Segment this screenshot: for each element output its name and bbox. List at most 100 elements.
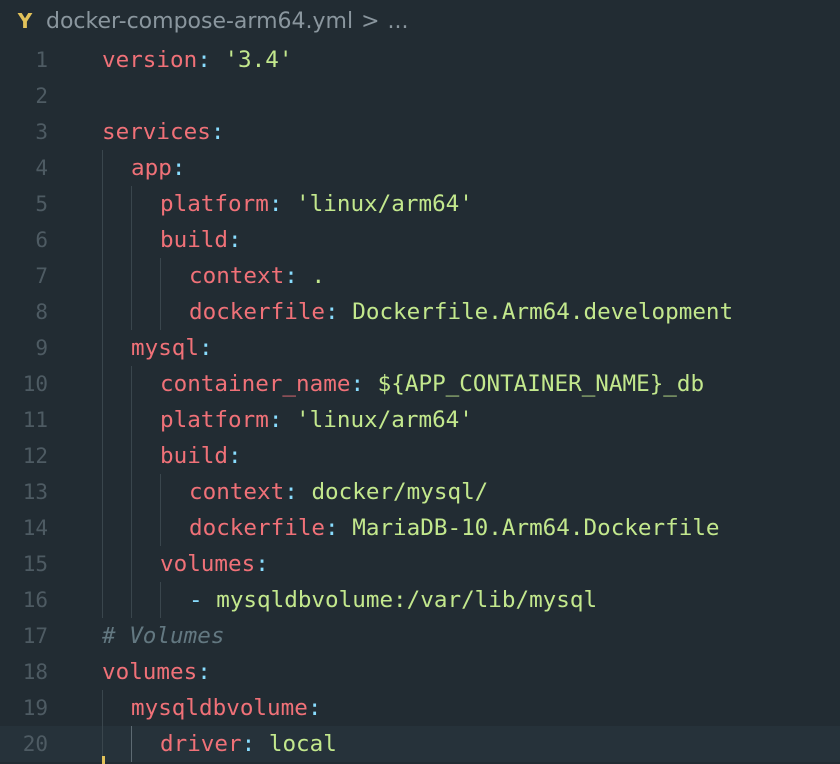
code-token: dockerfile: [189, 515, 326, 541]
code-token: volumes: [102, 659, 198, 685]
indent-guide: [102, 402, 131, 438]
indent-guide: [131, 474, 160, 510]
code-line[interactable]: 9 mysql:: [0, 330, 840, 366]
code-token: -: [189, 587, 203, 613]
code-line[interactable]: 16 - mysqldbvolume:/var/lib/mysql: [0, 582, 840, 618]
indent-guide: [131, 258, 160, 294]
code-line[interactable]: 11 platform: 'linux/arm64': [0, 402, 840, 438]
code-text: platform: 'linux/arm64': [102, 186, 473, 222]
indent-guide: [131, 222, 160, 258]
code-token: mysql: [131, 335, 200, 361]
code-line[interactable]: 6 build:: [0, 222, 840, 258]
code-text: version: '3.4': [102, 42, 292, 78]
code-token: :: [350, 371, 365, 397]
code-line[interactable]: 3 services:: [0, 114, 840, 150]
code-token: :: [197, 659, 211, 685]
code-token: :: [228, 443, 242, 469]
code-token: Dockerfile.Arm64.development: [352, 299, 734, 325]
code-line[interactable]: 15 volumes:: [0, 546, 840, 582]
line-number: 14: [22, 516, 48, 540]
code-text: # Volumes: [102, 618, 224, 654]
code-line[interactable]: 20 driver: local: [0, 726, 840, 762]
indent-guide: [102, 186, 131, 222]
code-token: driver: [160, 731, 242, 757]
code-token: app: [131, 155, 172, 181]
yaml-file-icon: Y: [17, 9, 33, 33]
code-line[interactable]: 1 version: '3.4': [0, 42, 840, 78]
code-line[interactable]: 2: [0, 78, 840, 114]
line-number: 1: [35, 48, 48, 72]
line-number: 5: [35, 192, 48, 216]
code-line[interactable]: 8 dockerfile: Dockerfile.Arm64.developmen…: [0, 294, 840, 330]
code-token: :: [241, 731, 256, 757]
code-token: 'linux/arm64': [296, 407, 473, 433]
line-number: 8: [35, 300, 48, 324]
breadcrumb-filename[interactable]: docker-compose-arm64.yml: [46, 9, 353, 34]
code-line[interactable]: 5 platform: 'linux/arm64': [0, 186, 840, 222]
line-number: 18: [22, 660, 48, 684]
code-token: :: [171, 155, 186, 181]
breadcrumb-more[interactable]: ...: [388, 9, 409, 34]
code-line[interactable]: 12 build:: [0, 438, 840, 474]
line-number: 17: [22, 624, 48, 648]
line-number: 4: [35, 156, 48, 180]
code-text: driver: local: [102, 726, 337, 762]
code-line[interactable]: 13 context: docker/mysql/: [0, 474, 840, 510]
indent-guide: [131, 294, 160, 330]
indent-guide: [102, 438, 131, 474]
indent-guide: [131, 186, 160, 222]
code-line[interactable]: 10 container_name: ${APP_CONTAINER_NAME}_…: [0, 366, 840, 402]
code-text: dockerfile: Dockerfile.Arm64.development: [102, 294, 733, 330]
code-line[interactable]: 4 app:: [0, 150, 840, 186]
code-token: services: [102, 119, 211, 145]
code-line[interactable]: 19 mysqldbvolume:: [0, 690, 840, 726]
code-text: volumes:: [102, 546, 269, 582]
code-text: services:: [102, 114, 224, 150]
code-line[interactable]: 17 # Volumes: [0, 618, 840, 654]
indent-guide: [102, 474, 131, 510]
code-token: docker/mysql/: [311, 479, 489, 505]
code-text: mysql:: [102, 330, 213, 366]
indent-guide: [131, 402, 160, 438]
code-token: context: [189, 479, 285, 505]
code-token: version: [102, 47, 198, 73]
indent-guide: [102, 294, 131, 330]
code-lines[interactable]: 1 version: '3.4' 2 3 services: 4 app: 5 platform…: [0, 42, 840, 762]
code-line[interactable]: 18 volumes:: [0, 654, 840, 690]
code-text: build:: [102, 222, 242, 258]
code-token: '3.4': [224, 47, 293, 73]
code-line[interactable]: 14 dockerfile: MariaDB-10.Arm64.Dockerfil…: [0, 510, 840, 546]
code-line[interactable]: 7 context: .: [0, 258, 840, 294]
indent-guide: [160, 510, 189, 546]
line-number: 9: [35, 336, 48, 360]
code-editor[interactable]: Y docker-compose-arm64.yml > ... 1 versio…: [0, 0, 840, 764]
line-number: 6: [35, 228, 48, 252]
indent-guide: [131, 582, 160, 618]
code-token: dockerfile: [189, 299, 326, 325]
code-text: - mysqldbvolume:/var/lib/mysql: [102, 582, 597, 618]
code-token: container_name: [160, 371, 351, 397]
code-token: :: [268, 191, 283, 217]
indent-guide: [102, 546, 131, 582]
text-cursor: [102, 756, 105, 764]
code-text: volumes:: [102, 654, 211, 690]
code-token: # Volumes: [102, 623, 225, 649]
indent-guide: [102, 366, 131, 402]
code-text: app:: [102, 150, 185, 186]
code-token: :: [210, 119, 225, 145]
code-token: :: [268, 407, 283, 433]
code-token: volumes: [160, 551, 256, 577]
chevron-right-icon: >: [361, 8, 380, 34]
line-number: 19: [22, 696, 48, 720]
code-token: context: [189, 263, 285, 289]
indent-guide: [102, 690, 131, 726]
code-token: :: [228, 227, 242, 253]
code-token: platform: [160, 407, 269, 433]
code-token: build: [160, 443, 229, 469]
